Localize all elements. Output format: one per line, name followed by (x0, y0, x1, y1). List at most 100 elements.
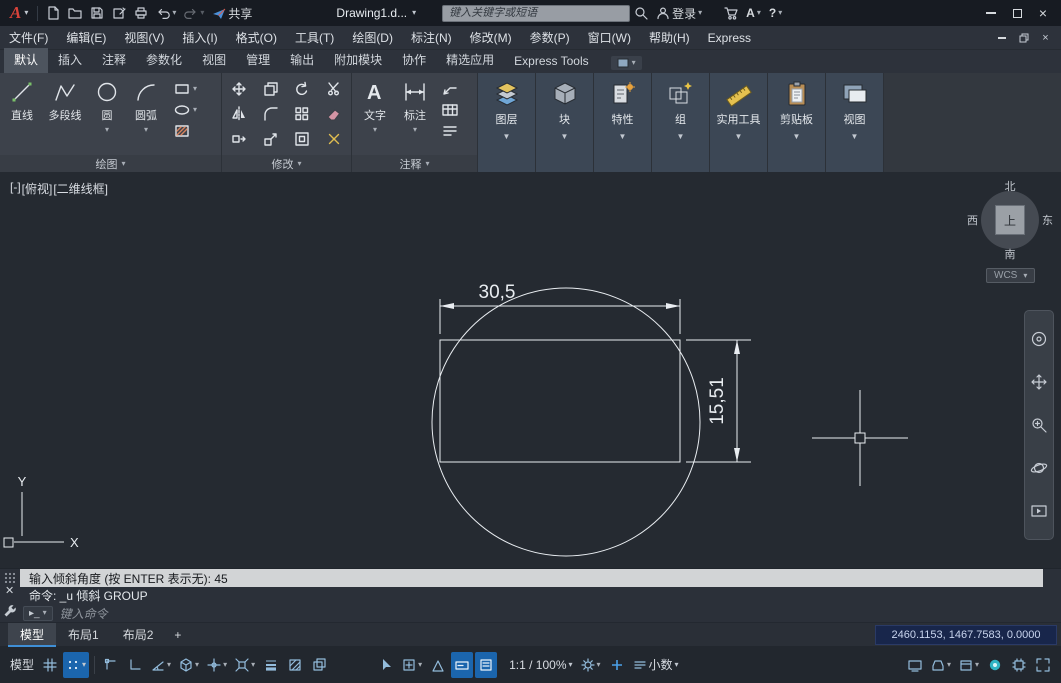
share-button[interactable]: 共享 (208, 2, 256, 24)
ribbon-tab-parametric[interactable]: 参数化 (136, 48, 192, 73)
ribbon-tab-insert[interactable]: 插入 (48, 48, 92, 73)
save-as-button[interactable] (108, 2, 130, 24)
offset-tool[interactable] (294, 131, 310, 147)
help-button[interactable]: ? ▾ (765, 2, 786, 24)
autodesk-access-button[interactable]: A ▾ (742, 2, 765, 24)
selection-filter-button[interactable] (375, 652, 397, 678)
lineweight-button[interactable] (260, 652, 282, 678)
ribbon-tab-annotate[interactable]: 注释 (92, 48, 136, 73)
grid-display-button[interactable] (39, 652, 61, 678)
text-tool[interactable]: A 文字 ▾ (355, 75, 395, 155)
explode-tool[interactable] (326, 131, 342, 147)
drawn-circle[interactable] (431, 287, 701, 557)
minimize-button[interactable] (978, 0, 1004, 26)
add-layout-button[interactable]: + (165, 626, 190, 644)
coordinates-display[interactable]: 2460.1153, 1467.7583, 0.0000 (875, 625, 1057, 645)
draw-panel-label[interactable]: 绘图 ▾ (0, 155, 221, 172)
menu-view[interactable]: 视图(V) (115, 26, 173, 49)
line-tool[interactable]: 直线 (3, 75, 41, 155)
view-panel[interactable]: 视图 ▼ (826, 73, 884, 172)
recent-commands-button[interactable]: ▸_ ▾ (23, 605, 53, 621)
drawing-canvas[interactable]: [-] [俯视] [二维线框] 30,5 15,51 Y X 上 北 南 西 东… (0, 172, 1061, 568)
ribbon-tab-collaborate[interactable]: 协作 (392, 48, 436, 73)
ortho-mode-button[interactable] (124, 652, 146, 678)
circle-tool[interactable]: 圆 ▾ (89, 75, 125, 155)
ribbon-tab-featured-apps[interactable]: 精选应用 (436, 48, 504, 73)
annotation-scale-add-button[interactable] (606, 652, 628, 678)
arc-tool[interactable]: 圆弧 ▾ (125, 75, 167, 155)
hatch-tool[interactable] (174, 123, 197, 139)
graphics-performance-button[interactable] (904, 652, 926, 678)
show-motion-button[interactable] (1030, 502, 1048, 520)
viewcube-south[interactable]: 南 (1005, 246, 1016, 262)
menu-format[interactable]: 格式(O) (227, 26, 286, 49)
gizmo-button[interactable]: ▾ (399, 652, 425, 678)
object-snap-button[interactable]: ▾ (232, 652, 258, 678)
menu-draw[interactable]: 绘图(D) (343, 26, 402, 49)
erase-tool[interactable] (326, 106, 342, 122)
navigation-wheel-button[interactable] (1030, 330, 1048, 348)
tab-model[interactable]: 模型 (8, 622, 57, 647)
undo-button[interactable]: ▾ (152, 2, 180, 24)
ribbon-tab-manage[interactable]: 管理 (236, 48, 280, 73)
search-input[interactable] (442, 4, 631, 22)
maximize-button[interactable] (1004, 0, 1030, 26)
model-space-button[interactable]: 模型 (7, 652, 37, 678)
drawing-viewport[interactable]: 30,5 15,51 Y X (0, 172, 1061, 568)
stretch-tool[interactable] (231, 131, 247, 147)
leader-tool[interactable] (442, 81, 458, 97)
quick-properties-button[interactable] (475, 651, 498, 678)
rectangle-tool[interactable]: ▾ (174, 81, 197, 97)
isolate-objects-button[interactable] (984, 652, 1006, 678)
annotation-scale-button[interactable]: 1:1 / 100% ▾ (506, 652, 575, 678)
close-command-button[interactable]: ✕ (5, 584, 14, 597)
command-input[interactable]: 键入命令 (60, 605, 108, 622)
annotation-settings-button[interactable]: ▾ (578, 652, 604, 678)
polar-tracking-button[interactable]: ▾ (148, 652, 174, 678)
doc-minimize-button[interactable] (992, 29, 1011, 46)
clipboard-panel[interactable]: 剪贴板 ▼ (768, 73, 826, 172)
infer-constraints-button[interactable] (100, 652, 122, 678)
search-button[interactable] (630, 2, 652, 24)
open-file-button[interactable] (64, 2, 86, 24)
ribbon-tab-view[interactable]: 视图 (192, 48, 236, 73)
doc-restore-button[interactable] (1014, 29, 1033, 46)
ribbon-options-button[interactable]: ▾ (610, 56, 642, 70)
viewcube-top-face[interactable]: 上 (995, 205, 1025, 235)
isodraft-button[interactable]: ▾ (176, 652, 202, 678)
modify-panel-label[interactable]: 修改 ▾ (222, 155, 351, 172)
new-file-button[interactable] (42, 2, 64, 24)
menu-express[interactable]: Express (699, 26, 760, 49)
menu-dimension[interactable]: 标注(N) (402, 26, 461, 49)
tab-layout2[interactable]: 布局2 (111, 623, 166, 647)
viewcube-north[interactable]: 北 (1005, 178, 1016, 194)
copy-tool[interactable] (263, 81, 279, 97)
tray-settings-button[interactable]: ▾ (928, 652, 954, 678)
viewcube-east[interactable]: 东 (1042, 212, 1053, 228)
menu-file[interactable]: 文件(F) (0, 26, 57, 49)
viewcube[interactable]: 上 北 南 西 东 (967, 181, 1053, 261)
save-button[interactable] (86, 2, 108, 24)
menu-insert[interactable]: 插入(I) (173, 26, 226, 49)
pan-button[interactable] (1030, 373, 1048, 391)
selection-cycling-button[interactable] (308, 652, 330, 678)
plot-button[interactable] (130, 2, 152, 24)
wcs-dropdown[interactable]: WCS ▾ (986, 268, 1036, 283)
menu-tools[interactable]: 工具(T) (286, 26, 343, 49)
menu-edit[interactable]: 编辑(E) (57, 26, 115, 49)
table-tool[interactable] (442, 102, 458, 118)
annotation-visibility-button[interactable] (427, 652, 449, 678)
customize-command-button[interactable] (3, 604, 17, 618)
view-control-button[interactable]: [俯视] (22, 180, 53, 197)
scale-tool[interactable] (263, 131, 279, 147)
snap-mode-button[interactable]: ▾ (63, 651, 90, 678)
mtext-tool[interactable] (442, 123, 458, 139)
utilities-panel[interactable]: 实用工具 ▼ (710, 73, 768, 172)
document-title[interactable]: Drawing1.d... ▾ (336, 6, 416, 20)
mirror-tool[interactable] (231, 106, 247, 122)
rotate-tool[interactable] (294, 81, 310, 97)
drag-handle-icon[interactable] (4, 572, 15, 583)
dimension-horizontal[interactable]: 30,5 (439, 282, 681, 334)
doc-close-button[interactable]: × (1036, 29, 1055, 46)
move-tool[interactable] (231, 81, 247, 97)
